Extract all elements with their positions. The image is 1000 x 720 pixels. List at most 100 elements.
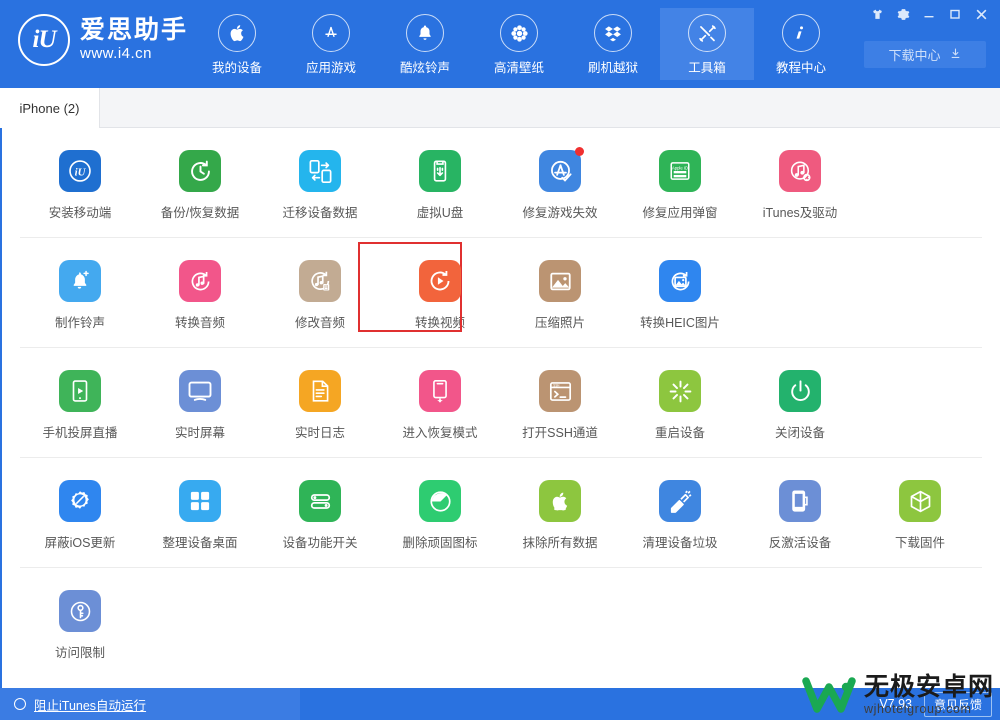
- tool-live-screen[interactable]: 实时屏幕: [140, 370, 260, 441]
- tool-label: 设备功能开关: [282, 536, 358, 550]
- dropbox-icon: [594, 14, 632, 52]
- tool-clean-junk[interactable]: 清理设备垃圾: [620, 480, 740, 551]
- status-right: V7.93 意见反馈: [879, 688, 992, 720]
- maximize-icon[interactable]: [942, 3, 968, 25]
- block-itunes-toggle[interactable]: 阻止iTunes自动运行: [0, 688, 300, 720]
- svg-text:自: 自: [323, 283, 328, 290]
- svg-text:Apple ID: Apple ID: [672, 165, 688, 170]
- remove-icon-icon: [419, 480, 461, 522]
- settings-gear-icon[interactable]: [890, 3, 916, 25]
- live-log-icon: [299, 370, 341, 412]
- info-icon: [782, 14, 820, 52]
- tool-label: 清理设备垃圾: [642, 536, 718, 550]
- tool-itunes-driver[interactable]: iTunes及驱动: [740, 150, 860, 221]
- tool-label: 重启设备: [654, 426, 705, 440]
- nav-item-my-device[interactable]: 我的设备: [190, 8, 284, 80]
- tool-recovery-mode[interactable]: 进入恢复模式: [380, 370, 500, 441]
- tool-access-restriction[interactable]: 访问限制: [20, 590, 140, 661]
- fix-game-icon: [539, 147, 584, 192]
- nav-label: 教程中心: [775, 61, 826, 75]
- block-itunes-label: 阻止iTunes自动运行: [34, 698, 147, 713]
- tool-block-ios-update[interactable]: 屏蔽iOS更新: [20, 480, 140, 551]
- download-center-label: 下载中心: [888, 48, 941, 63]
- tool-reboot-device[interactable]: 重启设备: [620, 370, 740, 441]
- tool-live-log[interactable]: 实时日志: [260, 370, 380, 441]
- nav-item-wallpaper[interactable]: 高清壁纸: [472, 8, 566, 80]
- nav-item-flash-jailbreak[interactable]: 刷机越狱: [566, 8, 660, 80]
- tool-label: 实时日志: [294, 426, 345, 440]
- tool-backup-restore[interactable]: 备份/恢复数据: [140, 150, 260, 221]
- nav-label: 工具箱: [688, 61, 726, 75]
- tool-shutdown-device[interactable]: 关闭设备: [740, 370, 860, 441]
- tool-virtual-usb[interactable]: 虚拟U盘: [380, 150, 500, 221]
- access-restriction-icon: [59, 590, 101, 632]
- tool-compress-photo[interactable]: 压缩照片: [500, 260, 620, 331]
- tool-label: 修改音频: [294, 316, 345, 330]
- tool-convert-video[interactable]: 转换视频: [358, 242, 500, 332]
- tool-deactivate-device[interactable]: 反激活设备: [740, 480, 860, 551]
- toolbox-row: 屏蔽iOS更新 整理设备桌面 设备功能开关 删除顽固图标 抹除所有数据 清理设备…: [20, 458, 982, 568]
- minimize-icon[interactable]: [916, 3, 942, 25]
- tool-install-mobile[interactable]: iU 安装移动端: [20, 150, 140, 221]
- tool-label: 转换HEIC图片: [640, 316, 720, 330]
- tool-fix-app-popup[interactable]: Apple ID 修复应用弹窗: [620, 150, 740, 221]
- convert-audio-icon: [179, 260, 221, 302]
- toolbox-content: iU 安装移动端 备份/恢复数据 迁移设备数据 虚拟U盘 修复游戏失效 Appl…: [0, 128, 1000, 688]
- download-center-button[interactable]: 下载中心: [864, 41, 986, 68]
- skin-icon[interactable]: [864, 3, 890, 25]
- nav-item-apps-games[interactable]: 应用游戏: [284, 8, 378, 80]
- convert-video-icon: [419, 260, 461, 302]
- close-icon[interactable]: [968, 3, 994, 25]
- tool-label: iTunes及驱动: [762, 206, 838, 220]
- download-firmware-icon: [899, 480, 941, 522]
- tool-label: 反激活设备: [768, 536, 832, 550]
- nav-label: 刷机越狱: [587, 61, 638, 75]
- nav-item-tutorial[interactable]: 教程中心: [754, 8, 848, 80]
- tools-icon: [688, 14, 726, 52]
- tool-label: 下载固件: [894, 536, 945, 550]
- brand-logo: iU 爱思助手 www.i4.cn: [18, 14, 188, 66]
- download-arrow-icon: [949, 47, 962, 63]
- tool-convert-audio[interactable]: 转换音频: [140, 260, 260, 331]
- deactivate-icon: [779, 480, 821, 522]
- backup-restore-icon: [179, 150, 221, 192]
- tool-label: 手机投屏直播: [42, 426, 118, 440]
- feedback-button[interactable]: 意见反馈: [923, 691, 992, 717]
- tool-label: 删除顽固图标: [402, 536, 478, 550]
- tool-label: 访问限制: [54, 646, 105, 660]
- toolbox-row: 制作铃声 转换音频 自 修改音频 转换视频 压缩照片 转换HEIC图片: [20, 238, 982, 348]
- notification-badge: [575, 147, 584, 156]
- nav-label: 应用游戏: [305, 61, 356, 75]
- tool-ssh-channel[interactable]: SSH 打开SSH通道: [500, 370, 620, 441]
- status-bar: 阻止iTunes自动运行 V7.93 意见反馈: [0, 688, 1000, 720]
- tool-edit-audio[interactable]: 自 修改音频: [260, 260, 380, 331]
- tool-feature-toggle[interactable]: 设备功能开关: [260, 480, 380, 551]
- heic-convert-icon: [659, 260, 701, 302]
- toolbox-row: 访问限制: [20, 568, 982, 677]
- tab-iphone[interactable]: iPhone (2): [0, 88, 100, 128]
- tool-label: 实时屏幕: [174, 426, 225, 440]
- brand-name: 爱思助手: [80, 15, 189, 45]
- tool-migrate-data[interactable]: 迁移设备数据: [260, 150, 380, 221]
- appstore-icon: [312, 14, 350, 52]
- nav-item-toolbox[interactable]: 工具箱: [660, 8, 754, 80]
- nav-label: 我的设备: [211, 61, 262, 75]
- power-off-icon: [779, 370, 821, 412]
- flower-icon: [500, 14, 538, 52]
- tool-screen-cast[interactable]: 手机投屏直播: [20, 370, 140, 441]
- tool-make-ringtone[interactable]: 制作铃声: [20, 260, 140, 331]
- tool-convert-heic[interactable]: 转换HEIC图片: [620, 260, 740, 331]
- app-window: iU 爱思助手 www.i4.cn 我的设备 应用游戏 酷炫铃声 高清壁纸 刷机…: [0, 0, 1000, 720]
- tool-fix-game[interactable]: 修复游戏失效: [500, 147, 620, 221]
- tool-download-firmware[interactable]: 下载固件: [860, 480, 980, 551]
- tool-label: 屏蔽iOS更新: [44, 536, 116, 550]
- live-screen-icon: [179, 370, 221, 412]
- arrange-desktop-icon: [179, 480, 221, 522]
- tool-arrange-desktop[interactable]: 整理设备桌面: [140, 480, 260, 551]
- svg-text:SSH: SSH: [553, 384, 559, 388]
- tool-remove-stubborn-icon[interactable]: 删除顽固图标: [380, 480, 500, 551]
- apple-icon: [218, 14, 256, 52]
- tool-label: 打开SSH通道: [522, 426, 598, 440]
- tool-erase-all-data[interactable]: 抹除所有数据: [500, 480, 620, 551]
- nav-item-ringtones[interactable]: 酷炫铃声: [378, 8, 472, 80]
